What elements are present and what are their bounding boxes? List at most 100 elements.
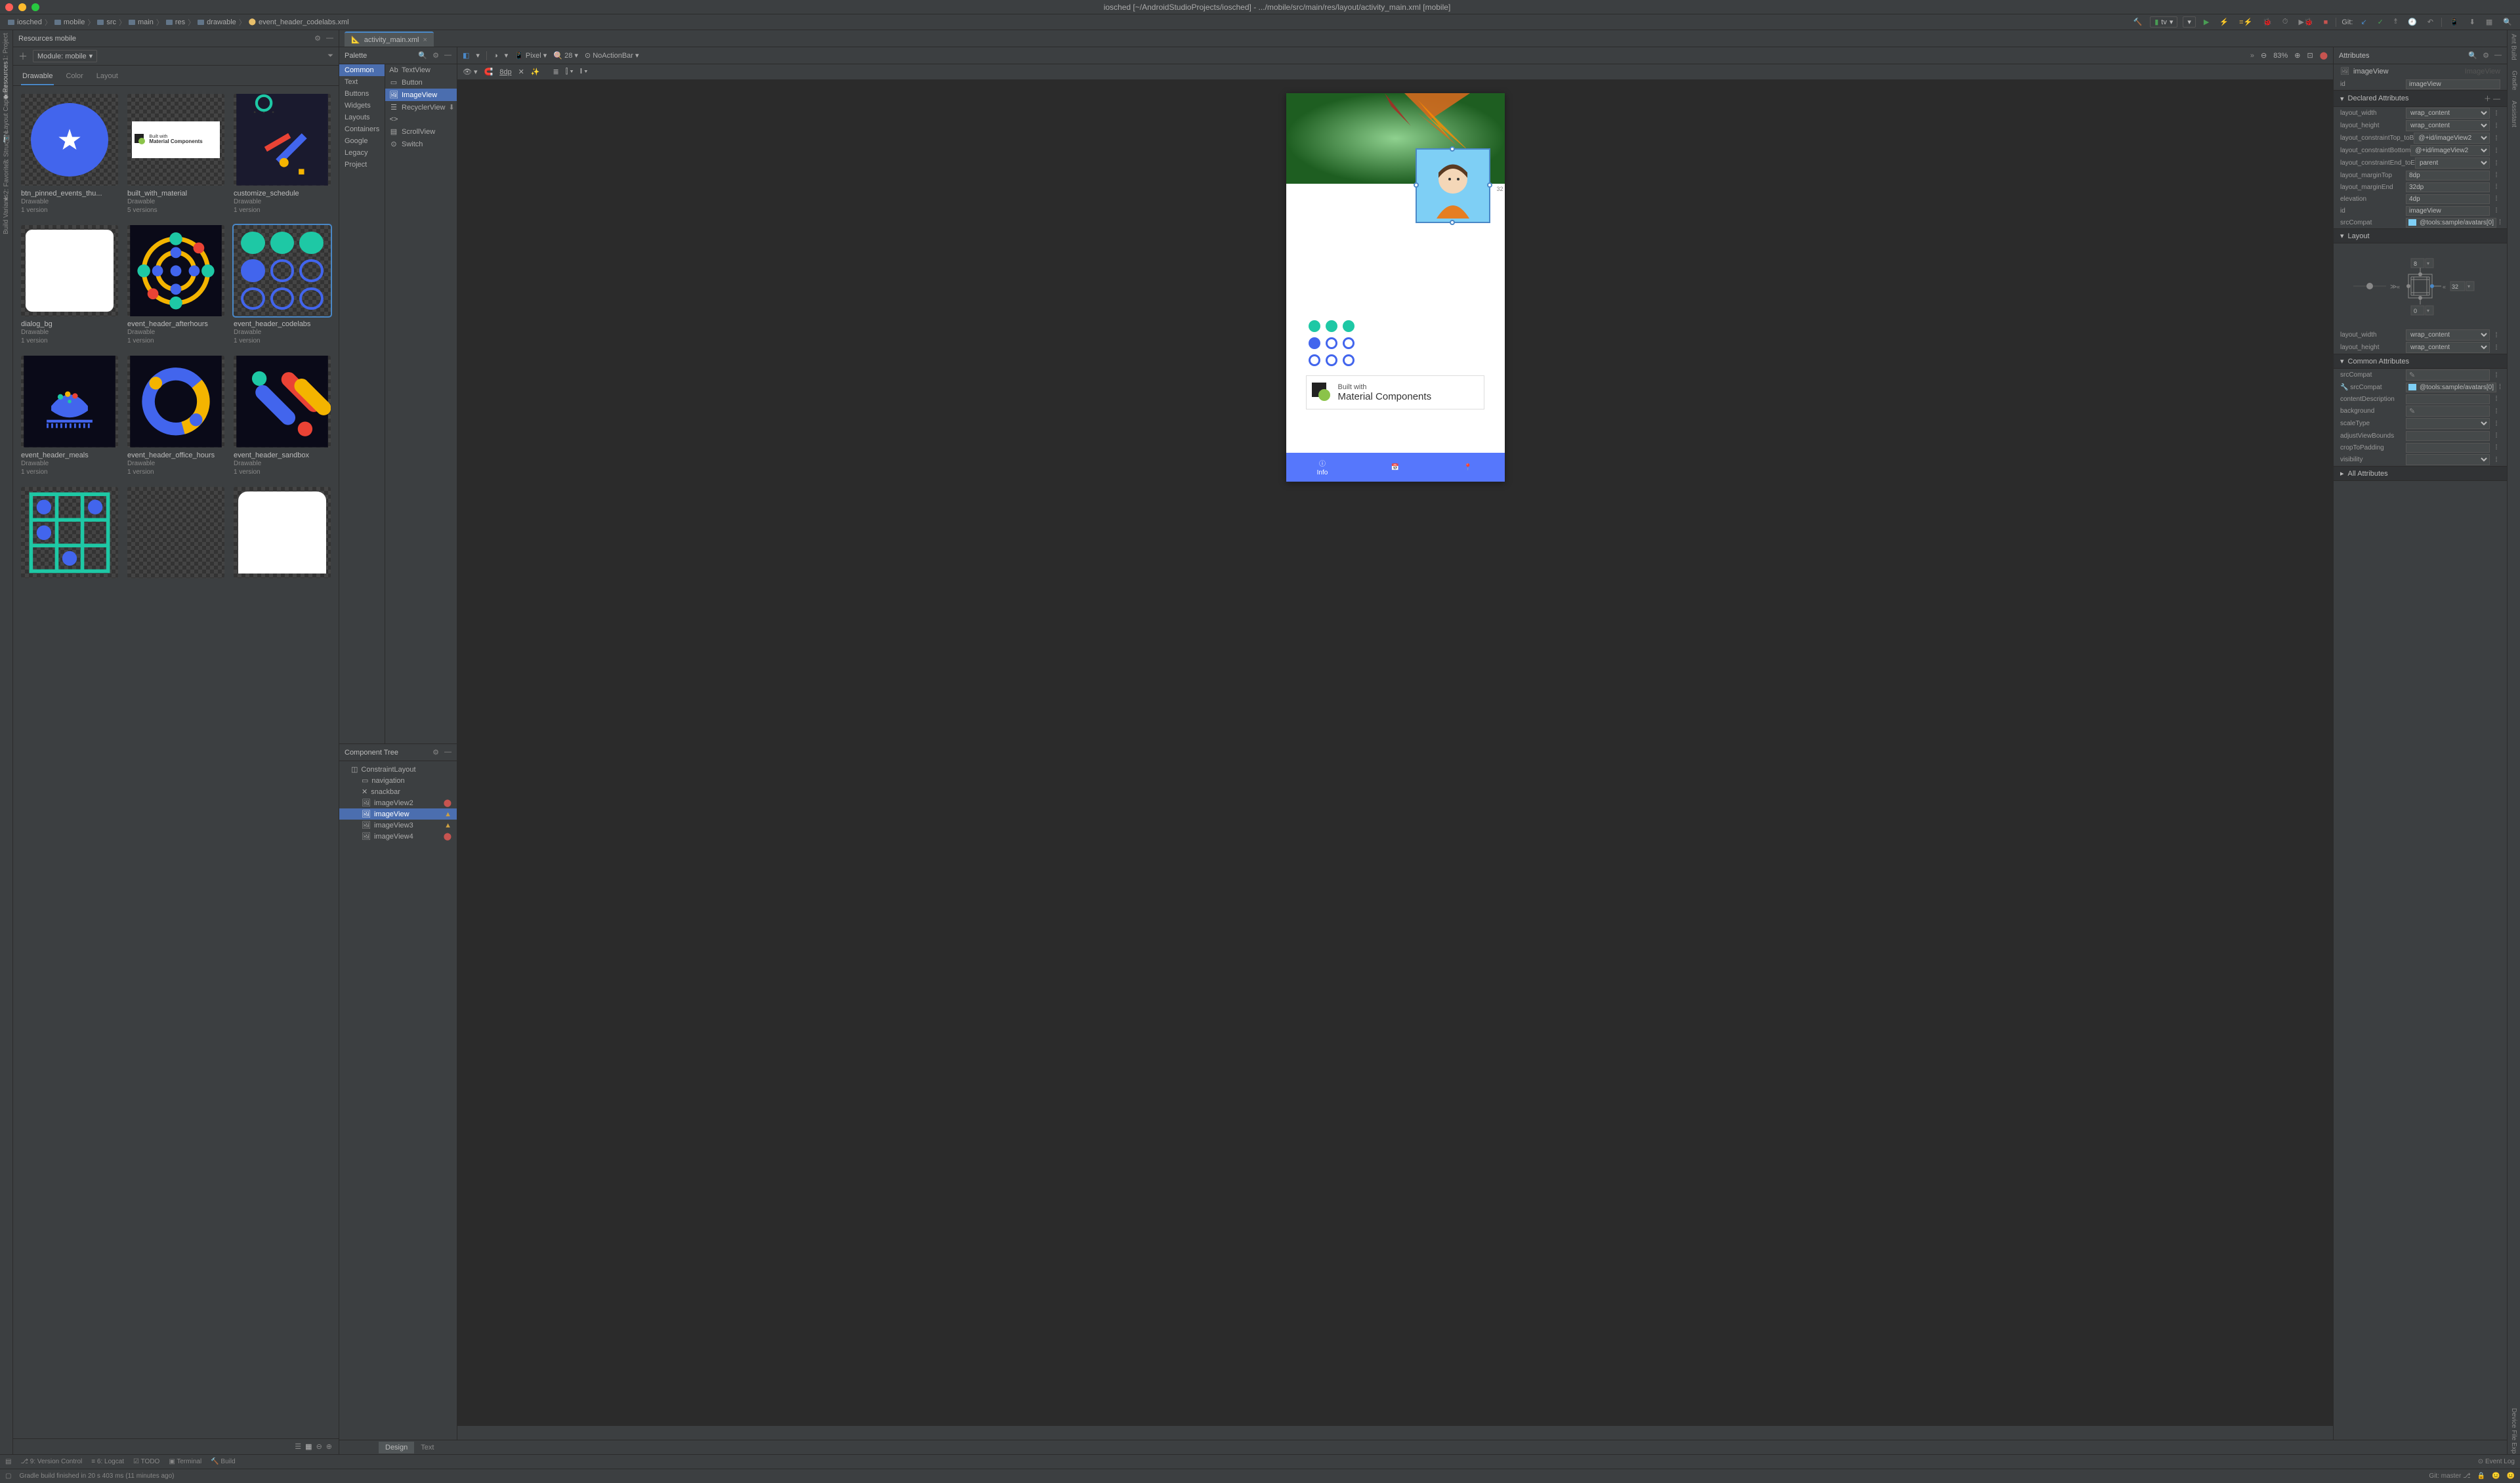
apply-changes-icon[interactable]: ⚡ [2217,16,2231,28]
resource-item[interactable]: event_header_afterhoursDrawable 1 versio… [127,225,224,346]
warnings-icon[interactable]: ⬤ [2320,51,2328,60]
git-commit-icon[interactable]: ✓ [2375,16,2386,28]
build-variants-tab[interactable]: Build Variants [0,194,23,234]
resource-item[interactable]: event_header_codelabsDrawable 1 version [234,225,331,346]
avd-manager-icon[interactable]: 📱 [2447,16,2462,28]
view-options-icon[interactable]: 👁 ▾ [463,68,478,76]
zoom-in-icon[interactable]: ⊕ [326,1442,332,1451]
profiler-icon[interactable]: ⏱ [2280,16,2291,28]
tab-drawable[interactable]: Drawable [21,70,54,85]
crumb-module[interactable]: mobile [52,18,87,26]
git-history-icon[interactable]: 🕘 [2405,16,2420,28]
attr-value-input[interactable] [2406,182,2490,192]
design-canvas[interactable]: 32 Built [457,80,2333,1425]
all-attrs-header[interactable]: ▸ All Attributes [2334,466,2507,481]
attr-flag[interactable]: ⁞ [2492,344,2500,352]
crumb-project[interactable]: iosched [5,18,45,26]
attr-value-select[interactable] [2406,454,2490,465]
zoom-out-btn[interactable]: ⊖ [2261,51,2267,60]
attr-flag[interactable]: ⁞ [2499,383,2501,391]
close-tab-icon[interactable]: × [423,36,427,44]
attr-value-input[interactable]: @tools:sample/avatars[0] [2406,218,2496,228]
palette-hide-icon[interactable]: — [444,51,452,60]
attr-flag[interactable]: ⁞ [2492,456,2500,464]
palette-cat-text[interactable]: Text [339,76,385,88]
attr-value-input[interactable] [2406,431,2490,441]
run-button[interactable]: ▶ [2201,16,2212,28]
palette-cat-widgets[interactable]: Widgets [339,100,385,112]
resource-item[interactable]: event_header_mealsDrawable 1 version [21,356,118,476]
project-structure-icon[interactable]: ▦ [2483,16,2495,28]
crumb-main[interactable]: main [126,18,156,26]
attr-picker[interactable]: ✎ [2406,406,2490,417]
orientation-icon[interactable]: ◑ [494,52,498,60]
gradle-tool-tab[interactable]: Ant Build [2497,33,2520,60]
constraint-widget[interactable]: ≫ « 8 ▾ [2334,243,2507,329]
theme-selector[interactable]: ⊙ NoActionBar ▾ [585,51,639,60]
project-tool-tab[interactable]: 1: Project [0,33,23,60]
search-everywhere-icon[interactable]: 🔍 [2500,16,2515,28]
close-window[interactable] [5,3,13,11]
attach-debugger-icon[interactable]: ▶🐞 [2296,16,2316,28]
attr-flag[interactable]: ⁞ [2492,171,2500,179]
tree-settings-icon[interactable]: ⚙ [432,748,439,757]
readonly-lock-icon[interactable]: 🔒 [2477,1473,2485,1480]
resource-item[interactable]: btn_pinned_events_thu...Drawable 1 versi… [21,94,118,215]
palette-cat-common[interactable]: Common [339,64,385,76]
palette-cat-containers[interactable]: Containers [339,123,385,135]
resource-item[interactable]: Built withMaterial Componentsbuilt_with_… [127,94,224,215]
attr-flag[interactable]: ⁞ [2492,135,2500,142]
infer-constraints-icon[interactable]: ✨ [531,68,540,76]
attr-value-input[interactable] [2406,206,2490,216]
git-revert-icon[interactable]: ↶ [2425,16,2436,28]
device-explorer-tab[interactable]: Device File Explorer [2497,1408,2520,1454]
resource-item[interactable]: dialog_bgDrawable 1 version [21,225,118,346]
tree-item-imageView[interactable]: 🖼imageView▲ [339,808,457,820]
attr-flag[interactable]: ⁞ [2492,159,2500,167]
terminal-tab[interactable]: ▣ Terminal [169,1458,201,1465]
palette-cat-buttons[interactable]: Buttons [339,88,385,100]
resource-item[interactable]: customize_scheduleDrawable 1 version [234,94,331,215]
event-log-tab[interactable]: ⊙ Event Log [2478,1458,2515,1465]
palette-widget-recyclerview[interactable]: ☰RecyclerView⬇ [385,101,457,114]
zoom-fit-btn[interactable]: ⊡ [2307,51,2313,60]
git-branch[interactable]: Git: master ⎇ [2429,1473,2470,1480]
git-update-icon[interactable]: ↙ [2358,16,2369,28]
zoom-in-btn[interactable]: ⊕ [2294,51,2300,60]
crumb-src[interactable]: src [94,18,119,26]
todo-tab[interactable]: ☑ TODO [133,1458,159,1465]
attr-flag[interactable]: ⁞ [2492,195,2500,203]
crumb-file[interactable]: ⬤event_header_codelabs.xml [246,18,352,26]
common-attrs-header[interactable]: ▾ Common Attributes [2334,354,2507,369]
attr-flag[interactable]: ⁞ [2492,395,2500,403]
resource-item[interactable]: event_header_office_hoursDrawable 1 vers… [127,356,224,476]
attr-settings-icon[interactable]: ⚙ [2483,51,2489,60]
module-dropdown[interactable]: Module: mobile ▾ [33,50,97,62]
device-selector[interactable]: 📱 Pixel ▾ [514,51,547,60]
palette-widget-scrollview[interactable]: ▤ScrollView [385,125,457,138]
debug-button[interactable]: 🐞 [2260,16,2275,28]
attr-flag[interactable]: ⁞ [2492,331,2500,339]
attr-flag[interactable]: ⁞ [2492,207,2500,215]
minimize-window[interactable] [18,3,26,11]
attr-value-select[interactable]: @+id/imageView2 [2410,145,2490,156]
attr-flag[interactable]: ⁞ [2492,147,2500,155]
run-config-dropdown[interactable]: ▮tv ▾ [2150,16,2177,28]
attr-value-select[interactable]: @+id/imageView2 [2414,133,2490,144]
attr-flag[interactable]: ⁞ [2492,371,2500,379]
make-project-icon[interactable]: 🔨 [2131,16,2145,28]
tab-color[interactable]: Color [64,70,84,85]
apply-code-changes-icon[interactable]: ≡⚡ [2236,16,2255,28]
stop-button[interactable]: ■ [2321,17,2331,28]
layout-section-header[interactable]: ▾ Layout [2334,228,2507,243]
attr-value-select[interactable]: wrap_content [2406,342,2490,353]
attr-value-select[interactable]: wrap_content [2406,108,2490,119]
palette-widget-switch[interactable]: ⊙Switch [385,138,457,150]
filter-icon[interactable]: ⏷ [327,52,333,60]
palette-cat-project[interactable]: Project [339,159,385,171]
clear-constraints-icon[interactable]: ✕ [518,68,524,76]
tree-item-imageView4[interactable]: 🖼imageView4⬤ [339,831,457,842]
resource-item[interactable] [127,487,224,583]
tree-item-imageView3[interactable]: 🖼imageView3▲ [339,820,457,831]
attr-value-input[interactable] [2406,171,2490,180]
